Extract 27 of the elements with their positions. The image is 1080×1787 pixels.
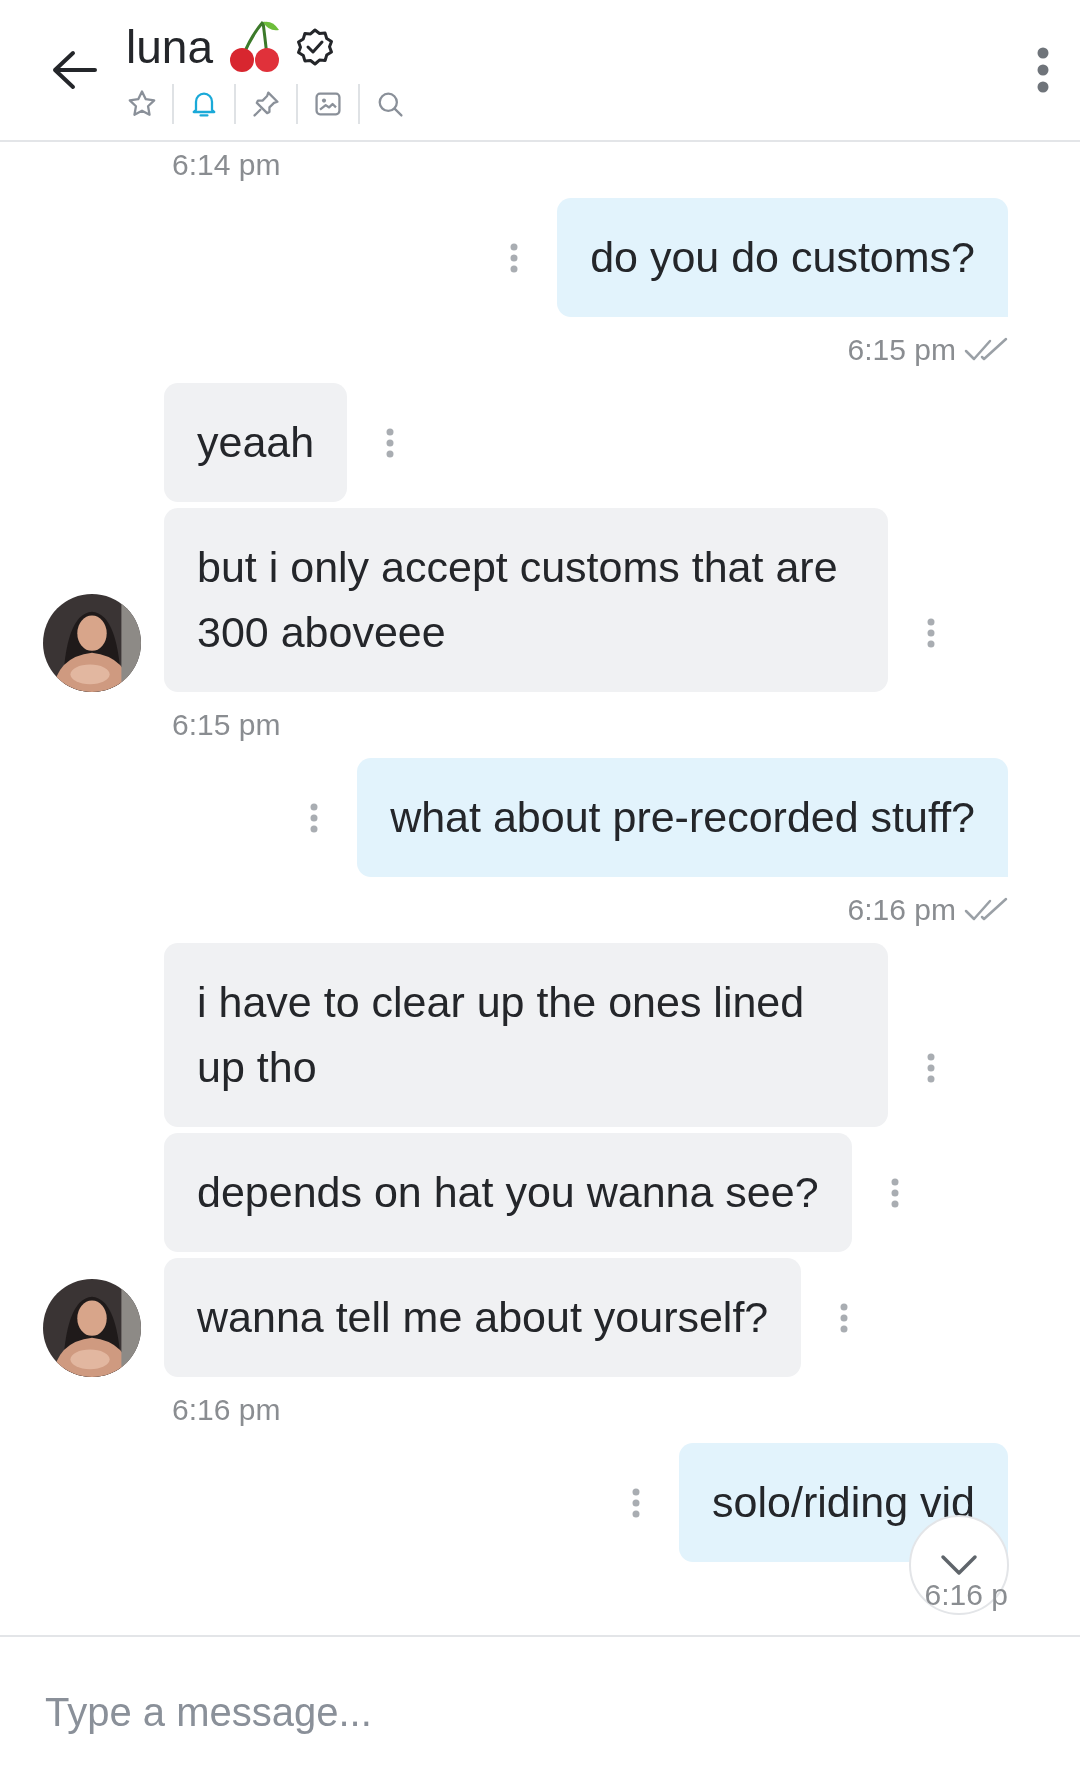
- contact-name: luna: [126, 20, 213, 75]
- more-icon[interactable]: [385, 428, 396, 458]
- timestamp: 6:15 pm: [847, 332, 956, 368]
- more-icon[interactable]: [926, 618, 936, 648]
- sent-message: do you do customs?: [557, 198, 1008, 317]
- more-icon[interactable]: [309, 803, 320, 833]
- received-message: i have to clear up the ones lined up tho: [164, 943, 888, 1127]
- more-icon[interactable]: [839, 1303, 850, 1333]
- menu-icon[interactable]: [1036, 47, 1050, 93]
- chevron-down-icon: [939, 1553, 979, 1577]
- timestamp: 6:15 pm: [172, 707, 281, 743]
- timestamp: 6:16 p: [924, 1577, 1008, 1613]
- timestamp: 6:14 pm: [172, 147, 281, 183]
- timestamp: 6:16 pm: [847, 892, 956, 928]
- more-icon[interactable]: [509, 243, 520, 273]
- received-message: yeaah: [164, 383, 348, 502]
- more-icon[interactable]: [926, 1053, 936, 1083]
- received-message: wanna tell me about yourself?: [164, 1258, 802, 1377]
- received-message: depends on hat you wanna see?: [164, 1133, 852, 1252]
- more-icon[interactable]: [631, 1488, 642, 1518]
- sent-message: what about pre-recorded stuff?: [357, 758, 1008, 877]
- timestamp: 6:16 pm: [172, 1392, 281, 1428]
- more-icon[interactable]: [889, 1178, 900, 1208]
- received-message: but i only accept customs that are 300 aboveee: [164, 508, 888, 692]
- back-icon[interactable]: [51, 50, 97, 90]
- pin-icon[interactable]: [250, 88, 282, 120]
- message-field[interactable]: Type a message...: [43, 1688, 1037, 1736]
